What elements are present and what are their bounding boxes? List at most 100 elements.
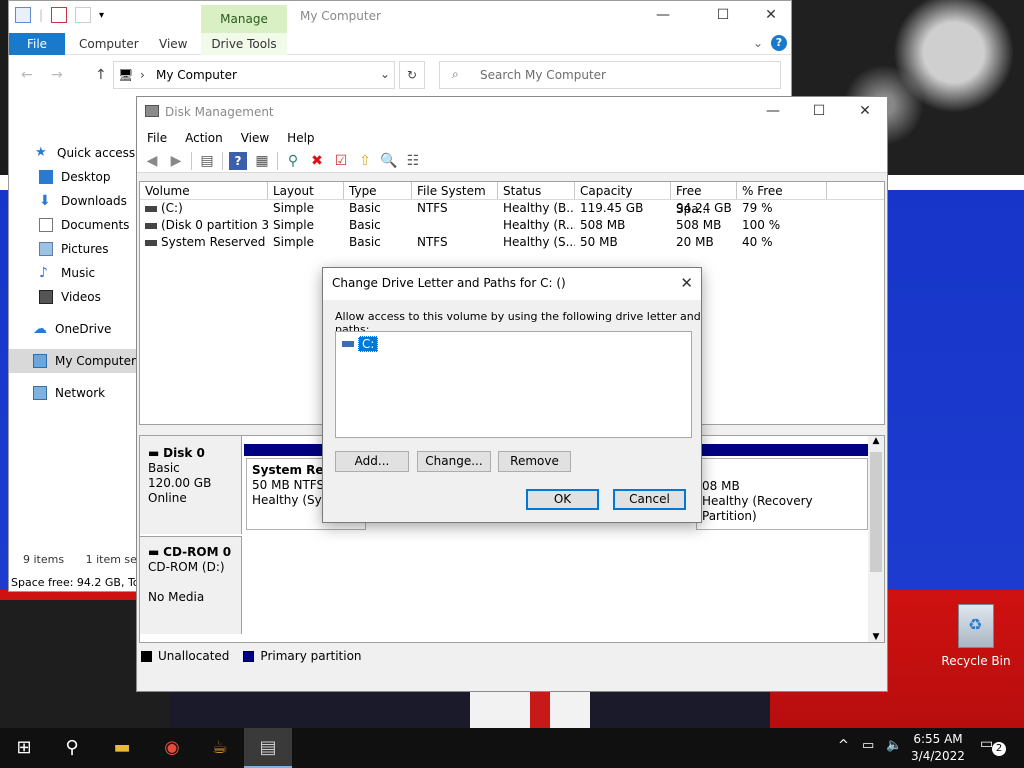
search-folder-icon[interactable]: 🔍 (380, 152, 398, 170)
chevron-down-icon[interactable]: ⌄ (753, 36, 763, 50)
tab-drive-tools[interactable]: Drive Tools (201, 33, 287, 55)
help-icon[interactable]: ? (229, 151, 247, 170)
recycle-bin-shortcut[interactable]: Recycle Bin (938, 600, 1014, 668)
nav-item-pictures[interactable]: Pictures (9, 237, 137, 261)
nav-item-music[interactable]: ♪ Music (9, 261, 137, 285)
chrome-icon[interactable]: ◉ (148, 728, 196, 768)
chevron-down-icon[interactable]: ⌄ (380, 67, 390, 81)
scroll-up-icon[interactable]: ▲ (868, 436, 884, 446)
video-icon (39, 290, 53, 304)
system-clock[interactable]: 6:55 AM 3/4/2022 (906, 731, 970, 765)
chevron-up-icon[interactable]: ^ (838, 738, 849, 753)
notification-count: 2 (992, 742, 1006, 756)
help-icon[interactable]: ? (771, 35, 787, 51)
tab-computer[interactable]: Computer (79, 37, 139, 51)
menu-help[interactable]: Help (287, 131, 314, 145)
search-input[interactable]: ⌕ Search My Computer (439, 61, 781, 89)
manage-context-tab[interactable]: Manage (201, 5, 287, 33)
cancel-button[interactable]: Cancel (613, 489, 686, 510)
column-header[interactable]: Capacity (575, 182, 671, 199)
list-item[interactable]: C: (342, 336, 379, 352)
connect-icon[interactable]: ⚲ (284, 152, 302, 170)
volume-cell: (Disk 0 partition 3) (140, 217, 268, 234)
chevron-down-icon[interactable]: ▾ (99, 10, 104, 21)
maximize-icon[interactable]: ☐ (711, 7, 735, 27)
properties-icon[interactable] (51, 7, 68, 23)
column-header[interactable]: Type (344, 182, 412, 199)
column-header[interactable]: Volume (140, 182, 268, 199)
menu-file[interactable]: File (147, 131, 167, 145)
minimize-icon[interactable]: — (651, 7, 675, 27)
menu-view[interactable]: View (241, 131, 269, 145)
scrollbar-thumb[interactable] (870, 452, 882, 572)
close-icon[interactable]: ✕ (759, 7, 783, 27)
nav-item-videos[interactable]: Videos (9, 285, 137, 309)
disk-name: Disk 0 (163, 446, 205, 460)
column-header[interactable]: % Free (737, 182, 827, 199)
address-bar[interactable]: 🖥 › My Computer ⌄ (113, 61, 395, 89)
upload-icon[interactable]: ⇧ (356, 152, 374, 170)
add-button[interactable]: Add... (335, 451, 409, 472)
delete-icon[interactable]: ✖ (308, 152, 326, 170)
list-view-icon[interactable]: ☷ (404, 152, 422, 170)
network-icon[interactable]: ▭ (862, 738, 874, 753)
cdrom-0-label[interactable]: ▬ CD-ROM 0 CD-ROM (D:) No Media (140, 536, 242, 634)
column-header[interactable]: File System (412, 182, 498, 199)
java-icon[interactable]: ☕ (196, 728, 244, 768)
search-icon[interactable]: ⚲ (48, 728, 96, 768)
back-arrow-icon[interactable]: ◀ (143, 152, 161, 170)
nav-item-my-computer[interactable]: My Computer (9, 349, 137, 373)
checkmark-icon[interactable]: ☑ (332, 152, 350, 170)
address-bar-row: ← → ↑ 🖥 › My Computer ⌄ ↻ ⌕ Search My Co… (9, 55, 791, 97)
ok-button[interactable]: OK (526, 489, 599, 510)
forward-arrow-icon[interactable]: → (51, 67, 63, 83)
new-folder-icon[interactable] (75, 7, 92, 23)
tab-file[interactable]: File (9, 33, 65, 55)
refresh-icon[interactable]: ↻ (399, 61, 425, 89)
file-explorer-icon[interactable]: ▬ (98, 728, 146, 768)
start-button[interactable]: ⊞ (0, 728, 48, 768)
console-tree-icon[interactable]: ▤ (198, 152, 216, 170)
volume-icon[interactable]: 🔈 (886, 738, 902, 753)
tab-view[interactable]: View (159, 37, 187, 51)
table-row[interactable]: System Reserved Simple Basic NTFS Health… (140, 234, 884, 251)
computer-icon[interactable] (15, 7, 31, 23)
partition-recovery[interactable]: 08 MB Healthy (Recovery Partition) (696, 458, 868, 530)
disk-management-titlebar: Disk Management — ☐ ✕ (137, 97, 887, 127)
column-header[interactable]: Layout (268, 182, 344, 199)
nav-item-quick-access[interactable]: ★ Quick access (9, 141, 137, 165)
nav-label: Documents (61, 218, 130, 232)
column-header[interactable]: Free Spa... (671, 182, 737, 216)
nav-item-documents[interactable]: Documents (9, 213, 137, 237)
disk-0-label[interactable]: ▬ Disk 0 Basic 120.00 GB Online (140, 436, 242, 534)
maximize-icon[interactable]: ☐ (807, 103, 831, 123)
up-arrow-icon[interactable]: ↑ (95, 67, 107, 83)
close-icon[interactable]: ✕ (680, 274, 693, 292)
back-arrow-icon[interactable]: ← (21, 67, 33, 83)
forward-arrow-icon[interactable]: ▶ (167, 152, 185, 170)
desktop-icon (39, 170, 53, 184)
volume-cell: (C:) (140, 200, 268, 217)
close-icon[interactable]: ✕ (853, 103, 877, 123)
navigation-pane: ★ Quick access Desktop ⬇ Downloads Docum… (9, 141, 137, 405)
breadcrumb[interactable]: My Computer (156, 68, 237, 82)
drive-path-list[interactable]: C: (335, 331, 692, 438)
change-button[interactable]: Change... (417, 451, 491, 472)
remove-button[interactable]: Remove (498, 451, 571, 472)
menu-action[interactable]: Action (185, 131, 223, 145)
vertical-scrollbar[interactable]: ▲ ▼ (868, 436, 884, 642)
column-header[interactable]: Status (498, 182, 575, 199)
notification-icon[interactable]: ▭ 2 (980, 736, 1008, 760)
nav-item-desktop[interactable]: Desktop (9, 165, 137, 189)
minimize-icon[interactable]: — (761, 103, 785, 123)
table-row[interactable]: (Disk 0 partition 3) Simple Basic Health… (140, 217, 884, 234)
free-space-cell: 94.24 GB (676, 201, 732, 215)
scroll-down-icon[interactable]: ▼ (868, 632, 884, 642)
disk-management-taskbar-icon[interactable]: ▤ (244, 728, 292, 768)
nav-item-downloads[interactable]: ⬇ Downloads (9, 189, 137, 213)
nav-item-network[interactable]: Network (9, 381, 137, 405)
properties-icon[interactable]: ▦ (253, 152, 271, 170)
table-row[interactable]: (C:) Simple Basic NTFS Healthy (B... 119… (140, 200, 884, 217)
nav-item-onedrive[interactable]: ☁ OneDrive (9, 317, 137, 341)
drive-icon (342, 341, 354, 347)
